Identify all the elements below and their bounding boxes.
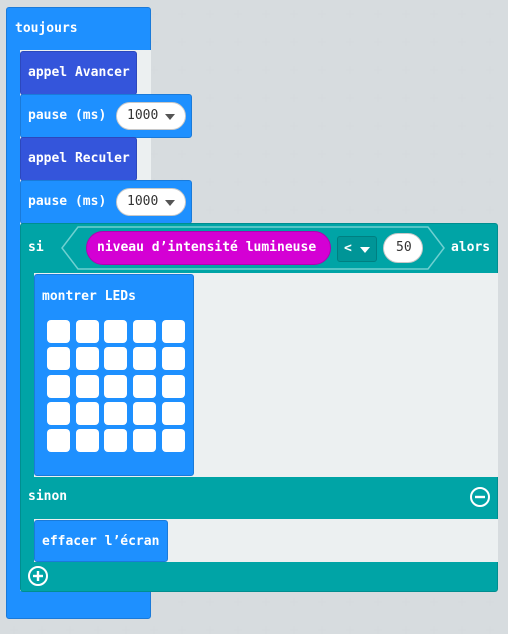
compare-value: 50 (396, 240, 412, 255)
light-level-label: niveau d’intensité lumineuse (97, 240, 317, 255)
clear-screen-label: effacer l’écran (42, 534, 160, 549)
call-avancer-label: appel Avancer (28, 65, 130, 80)
dropdown-arrow-icon (165, 200, 175, 206)
led-cell[interactable] (104, 347, 127, 370)
else-label: sinon (28, 489, 68, 504)
pause-block-1[interactable]: pause (ms) 1000 (20, 94, 192, 138)
led-cell[interactable] (133, 402, 156, 425)
led-cell[interactable] (47, 320, 70, 343)
pause-label-1: pause (ms) (28, 108, 107, 123)
led-cell[interactable] (76, 375, 99, 398)
call-avancer-block[interactable]: appel Avancer (20, 51, 137, 95)
led-cell[interactable] (133, 429, 156, 452)
if-si-label: si (28, 240, 44, 255)
dropdown-arrow-icon (165, 114, 175, 120)
pause-value-2: 1000 (127, 194, 159, 209)
led-cell[interactable] (76, 320, 99, 343)
led-cell[interactable] (162, 402, 185, 425)
led-cell[interactable] (162, 375, 185, 398)
clear-screen-block[interactable]: effacer l’écran (34, 520, 168, 562)
show-leds-label: montrer LEDs (42, 289, 136, 304)
light-level-reporter[interactable]: niveau d’intensité lumineuse (86, 231, 331, 265)
minus-circle-icon[interactable] (469, 486, 491, 508)
operator-dropdown[interactable]: < (337, 236, 377, 262)
led-cell[interactable] (104, 429, 127, 452)
led-cell[interactable] (47, 429, 70, 452)
led-cell[interactable] (104, 375, 127, 398)
plus-circle-icon[interactable] (27, 565, 49, 587)
call-reculer-block[interactable]: appel Reculer (20, 137, 137, 181)
led-cell[interactable] (76, 402, 99, 425)
led-cell[interactable] (104, 320, 127, 343)
pause-value-dropdown-1[interactable]: 1000 (116, 102, 186, 130)
forever-label: toujours (15, 21, 78, 36)
operator-value: < (344, 241, 352, 256)
pause-block-2[interactable]: pause (ms) 1000 (20, 180, 192, 224)
led-cell[interactable] (76, 347, 99, 370)
led-cell[interactable] (133, 347, 156, 370)
led-cell[interactable] (47, 347, 70, 370)
call-reculer-label: appel Reculer (28, 151, 130, 166)
led-cell[interactable] (76, 429, 99, 452)
led-grid (47, 320, 189, 452)
led-cell[interactable] (47, 402, 70, 425)
led-cell[interactable] (47, 375, 70, 398)
led-cell[interactable] (162, 429, 185, 452)
pause-value-1: 1000 (127, 108, 159, 123)
dropdown-arrow-icon (360, 247, 370, 253)
led-cell[interactable] (162, 347, 185, 370)
led-cell[interactable] (133, 320, 156, 343)
led-cell[interactable] (104, 402, 127, 425)
compare-value-input[interactable]: 50 (383, 233, 423, 263)
led-cell[interactable] (162, 320, 185, 343)
if-alors-label: alors (451, 240, 491, 255)
pause-label-2: pause (ms) (28, 194, 107, 209)
pause-value-dropdown-2[interactable]: 1000 (116, 188, 186, 216)
led-cell[interactable] (133, 375, 156, 398)
